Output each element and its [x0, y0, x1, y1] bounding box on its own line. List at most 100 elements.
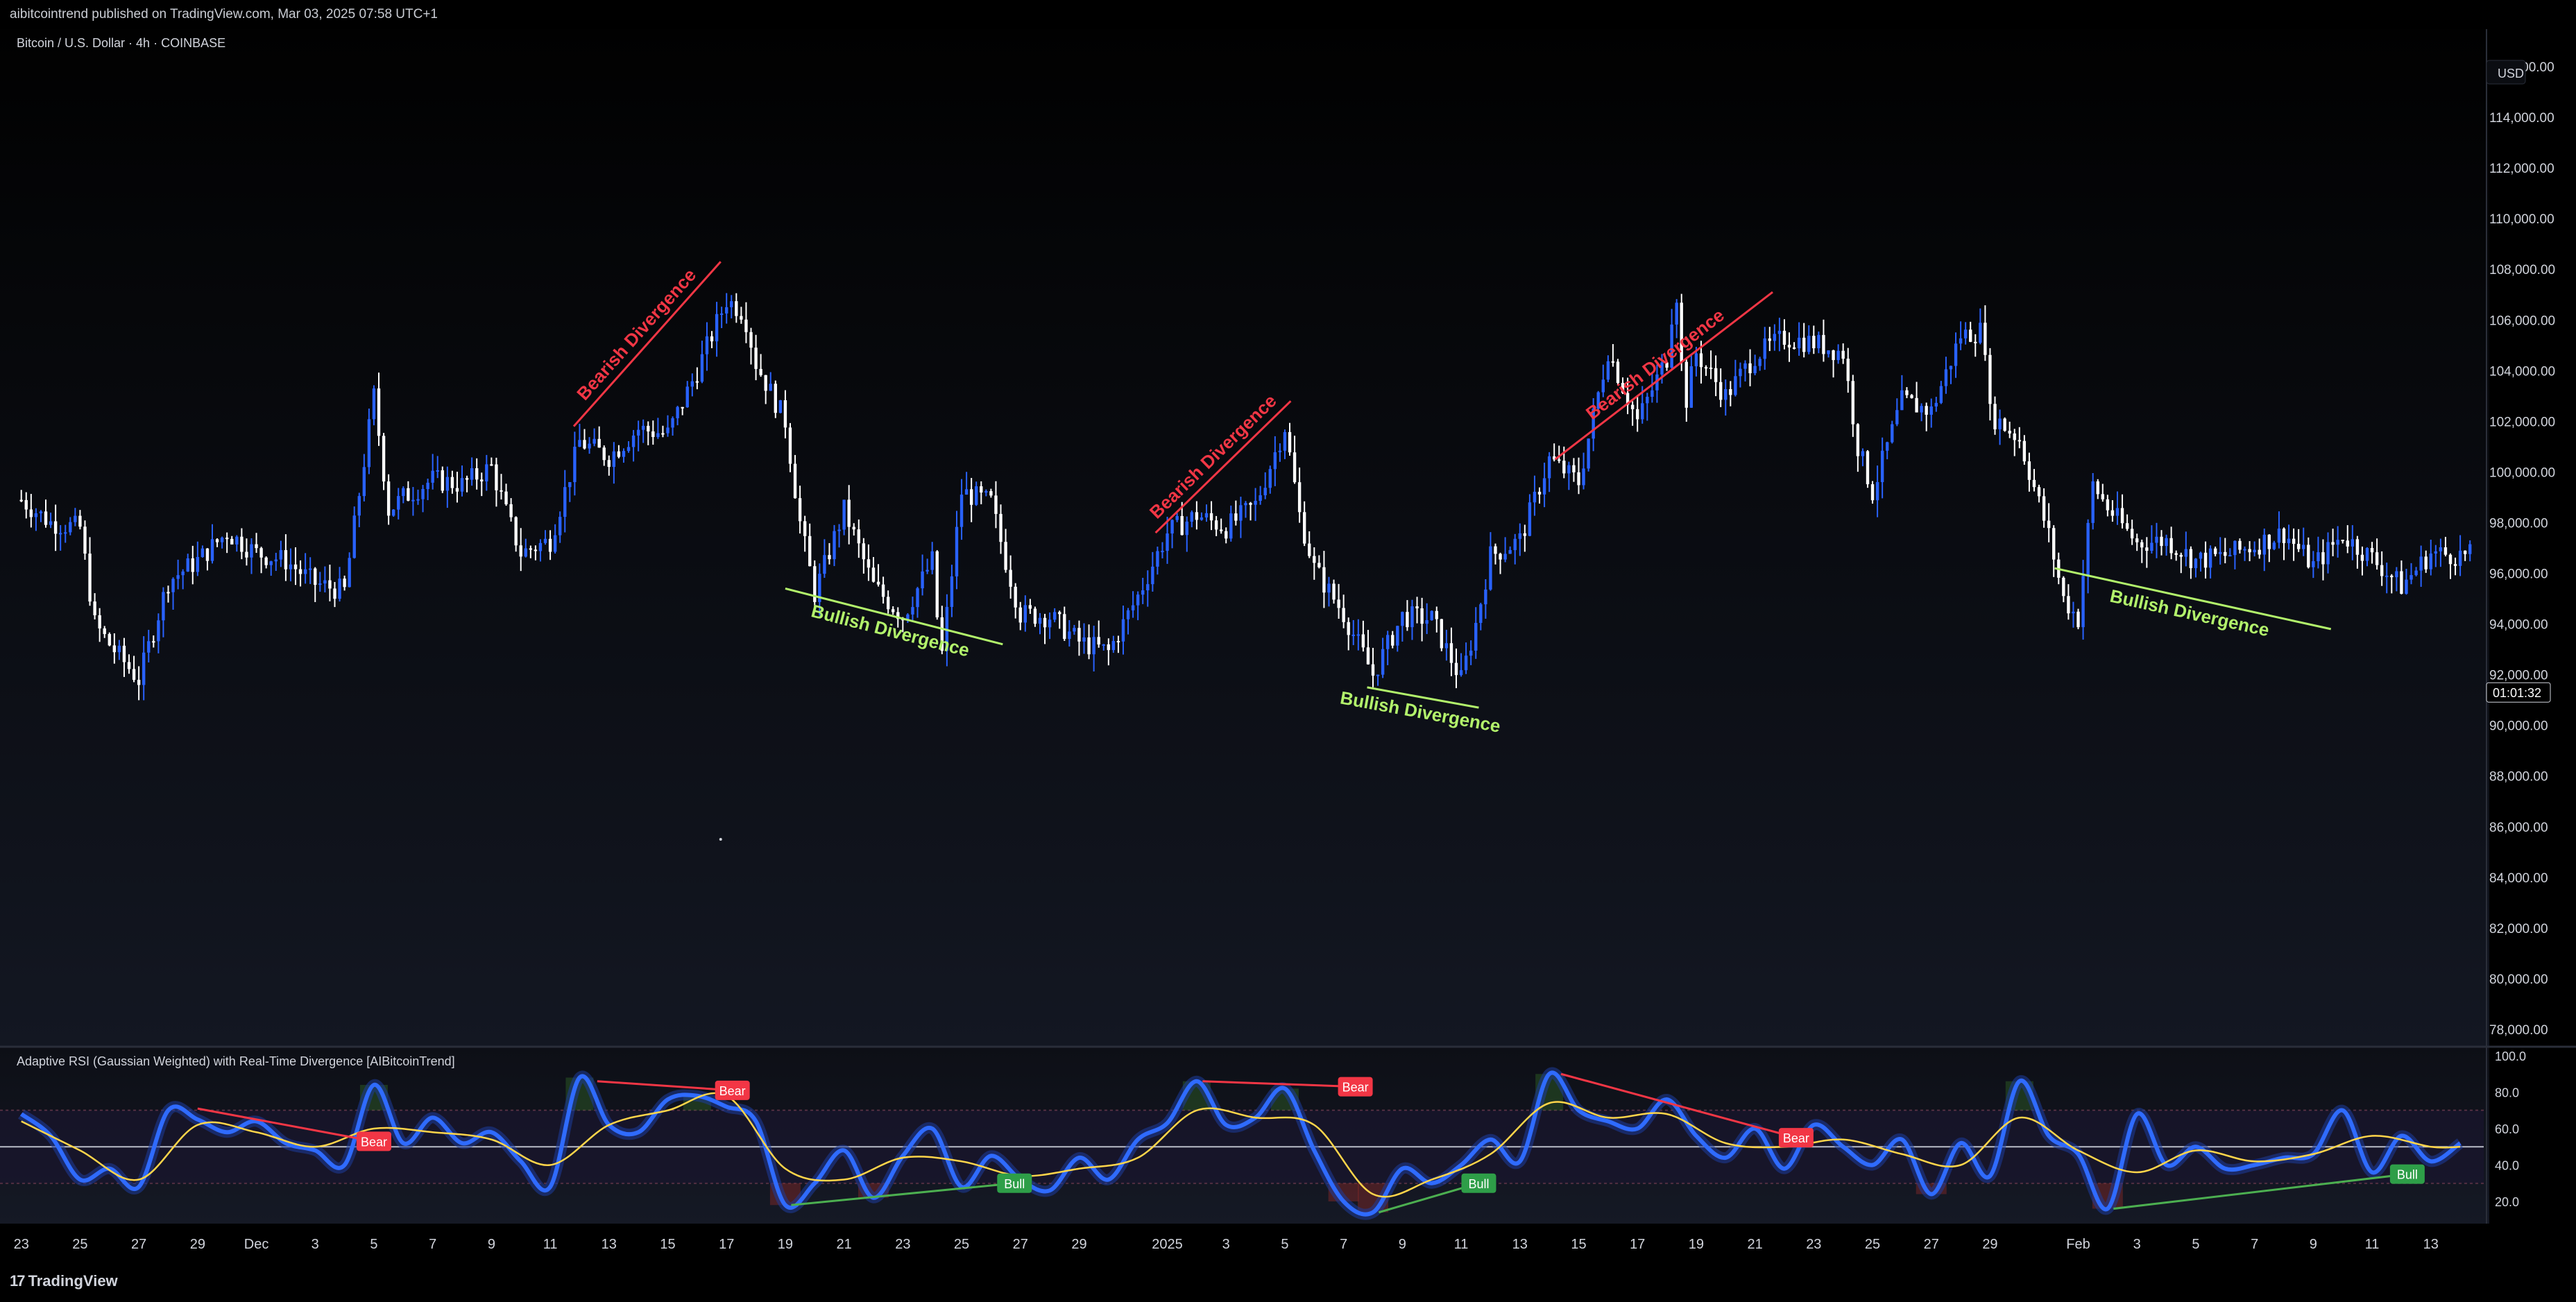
candle-body	[2110, 510, 2115, 516]
candle-body	[2287, 538, 2291, 544]
candle-body	[1974, 341, 1977, 343]
candle-body	[1547, 456, 1551, 479]
candle-body	[881, 584, 885, 597]
candle-body	[2390, 575, 2394, 578]
candle-body	[1469, 650, 1473, 656]
candle-body	[1739, 368, 1742, 377]
candle-body	[1444, 643, 1449, 649]
time-tick-label: 15	[660, 1237, 675, 1252]
candle-body	[1332, 583, 1336, 600]
candle-body	[607, 460, 611, 468]
candle-body	[181, 571, 185, 576]
candle-body	[2453, 564, 2457, 566]
candle-body	[1822, 334, 1825, 354]
time-tick-label: 19	[778, 1237, 793, 1252]
candle-body	[847, 499, 851, 527]
candle-body	[445, 477, 450, 491]
candle-body	[1415, 606, 1419, 609]
bullish-rsi-badge-label: Bull	[1468, 1177, 1489, 1191]
candle-body	[333, 588, 336, 599]
time-tick-label: 21	[837, 1237, 852, 1252]
candle-body	[2448, 554, 2453, 565]
candle-body	[2302, 545, 2305, 549]
candle-body	[735, 301, 738, 316]
candle-body	[2282, 529, 2286, 544]
candle-body	[2081, 576, 2085, 628]
candle-body	[1141, 590, 1145, 595]
candle-body	[636, 429, 640, 436]
candle-body	[534, 549, 538, 551]
candle-body	[1401, 612, 1404, 626]
tradingview-logo[interactable]: 17 TradingView	[10, 1272, 118, 1290]
candle-body	[450, 477, 454, 488]
time-tick-label: 7	[1340, 1237, 1347, 1252]
candle-body	[1180, 515, 1184, 536]
candle-body	[871, 567, 876, 582]
candle-body	[563, 487, 567, 517]
candle-body	[480, 479, 484, 482]
candle-body	[220, 538, 224, 542]
candle-body	[436, 470, 439, 472]
candle-body	[78, 515, 82, 527]
candle-body	[1073, 628, 1076, 632]
candle-body	[1302, 512, 1306, 544]
price-tick-label: 106,000.00	[2489, 314, 2555, 328]
chart-svg[interactable]: Bearish DivergenceBullish DivergenceBear…	[0, 29, 2576, 1264]
candle-body	[49, 521, 53, 525]
publisher-text: aibitcointrend published on TradingView.…	[10, 7, 438, 22]
candle-body	[1268, 469, 1272, 488]
candle-body	[1454, 662, 1458, 676]
candle-body	[715, 314, 719, 342]
candle-body	[2419, 556, 2423, 571]
candle-body	[279, 550, 283, 560]
time-tick-label: 13	[2423, 1237, 2439, 1252]
candle-body	[1234, 513, 1238, 521]
price-tick-label: 82,000.00	[2489, 922, 2548, 936]
candle-body	[573, 447, 577, 483]
price-tick-label: 104,000.00	[2489, 364, 2555, 379]
candle-body	[1572, 465, 1576, 472]
candle-body	[1254, 500, 1257, 505]
candle-body	[666, 427, 669, 434]
candle-body	[504, 491, 508, 504]
candle-body	[1675, 302, 1678, 325]
candle-body	[833, 531, 836, 560]
candle-body	[1636, 409, 1639, 420]
candle-body	[1229, 513, 1233, 539]
time-tick-label: 25	[72, 1237, 87, 1252]
candle-body	[147, 641, 151, 653]
candle-body	[1910, 395, 1913, 398]
candle-body	[2106, 499, 2110, 511]
candle-body	[298, 569, 302, 574]
candle-body	[24, 499, 28, 510]
bearish-rsi-badge-label: Bear	[719, 1084, 746, 1098]
candle-body	[2062, 577, 2065, 597]
price-tick-label: 84,000.00	[2489, 871, 2548, 886]
candle-body	[1209, 513, 1213, 521]
candle-body	[1297, 482, 1302, 513]
candle-body	[2355, 539, 2360, 555]
candle-body	[2199, 552, 2203, 559]
candle-body	[543, 538, 547, 543]
candle-body	[1161, 551, 1164, 553]
candle-body	[2022, 440, 2027, 462]
candle-body	[1249, 503, 1252, 505]
candle-body	[1729, 388, 1732, 395]
candle-body	[1969, 329, 1972, 342]
candle-body	[2443, 547, 2448, 555]
candle-body	[2086, 522, 2090, 576]
candle-body	[1342, 608, 1345, 622]
candle-body	[1381, 649, 1385, 675]
price-tick-label: 98,000.00	[2489, 516, 2548, 531]
candle-body	[725, 307, 728, 314]
candle-body	[980, 486, 983, 492]
candle-body	[538, 542, 543, 551]
candle-body	[1009, 569, 1012, 587]
candle-body	[1166, 533, 1169, 551]
time-tick-label: 19	[1689, 1237, 1704, 1252]
candle-body	[1028, 605, 1032, 609]
chart-area[interactable]: Bearish Divergence Bullish Divergence Bear…	[0, 29, 2576, 1264]
bearish-rsi-badge-label: Bear	[1783, 1131, 1809, 1145]
candle-body	[2429, 553, 2432, 569]
candle-body	[1934, 402, 1938, 406]
